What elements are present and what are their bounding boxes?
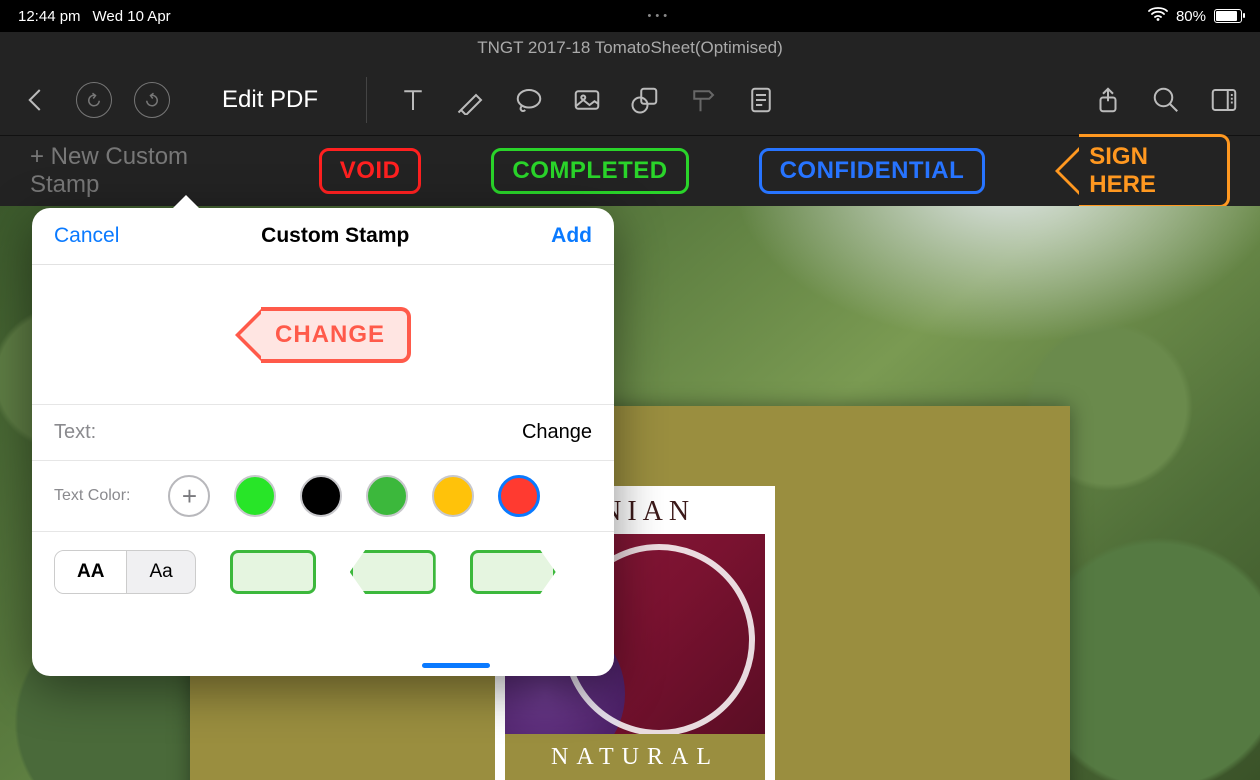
text-field-row[interactable]: Text: Change <box>32 405 614 461</box>
stamp-preview: CHANGE <box>32 265 614 405</box>
add-button[interactable]: Add <box>551 224 592 248</box>
undo-button[interactable] <box>76 82 112 118</box>
color-swatch-yellow[interactable] <box>432 475 474 517</box>
preview-text: CHANGE <box>261 307 411 363</box>
stamp-confidential[interactable]: CONFIDENTIAL <box>759 148 986 194</box>
image-tool-icon[interactable] <box>569 82 605 118</box>
main-toolbar: Edit PDF <box>0 64 1260 136</box>
arrow-left-icon <box>235 309 261 361</box>
custom-stamp-popover: Cancel Custom Stamp Add CHANGE Text: Cha… <box>32 208 614 676</box>
highlight-tool-icon[interactable] <box>453 82 489 118</box>
arrow-left-icon <box>1055 147 1079 195</box>
color-label: Text Color: <box>54 487 130 505</box>
shape-arrow-left-option[interactable] <box>350 550 436 594</box>
status-time: 12:44 pm <box>18 8 81 25</box>
lasso-tool-icon[interactable] <box>511 82 547 118</box>
back-button[interactable] <box>18 82 54 118</box>
share-button[interactable] <box>1090 82 1126 118</box>
battery-percent: 80% <box>1176 8 1206 25</box>
shape-rect-option[interactable] <box>230 550 316 594</box>
case-mixed-option[interactable]: Aa <box>126 551 194 593</box>
case-segmented-control: AA Aa <box>54 550 196 594</box>
redo-button[interactable] <box>134 82 170 118</box>
color-swatch-green[interactable] <box>234 475 276 517</box>
battery-icon <box>1214 9 1242 23</box>
case-upper-option[interactable]: AA <box>55 551 126 593</box>
color-swatch-red-selected[interactable] <box>498 475 540 517</box>
wifi-icon <box>1148 6 1168 26</box>
stamp-style-row: AA Aa <box>32 532 614 612</box>
separator <box>366 77 367 123</box>
popover-title: Custom Stamp <box>261 224 409 248</box>
shape-arrow-right-option[interactable] <box>470 550 556 594</box>
color-swatch-darkgreen[interactable] <box>366 475 408 517</box>
document-title: TNGT 2017-18 TomatoSheet(Optimised) <box>0 32 1260 64</box>
status-date: Wed 10 Apr <box>93 8 171 25</box>
multitask-dots[interactable]: ••• <box>171 10 1148 22</box>
text-color-row: Text Color: + <box>32 461 614 532</box>
add-color-button[interactable]: + <box>168 475 210 517</box>
stamp-completed[interactable]: COMPLETED <box>491 148 688 194</box>
search-button[interactable] <box>1148 82 1184 118</box>
stamp-sign-here[interactable]: SIGN HERE <box>1055 134 1230 208</box>
text-tool-icon[interactable] <box>395 82 431 118</box>
mode-label[interactable]: Edit PDF <box>222 86 318 114</box>
text-value: Change <box>522 421 592 444</box>
cancel-button[interactable]: Cancel <box>54 224 119 248</box>
status-bar: 12:44 pm Wed 10 Apr ••• 80% <box>0 0 1260 32</box>
selected-shape-indicator <box>422 663 490 668</box>
signpost-tool-icon[interactable] <box>685 82 721 118</box>
stamp-void[interactable]: VOID <box>319 148 422 194</box>
new-custom-stamp-button[interactable]: + New Custom Stamp <box>30 143 249 199</box>
text-label: Text: <box>54 421 96 444</box>
color-swatch-black[interactable] <box>300 475 342 517</box>
sidebar-toggle-button[interactable] <box>1206 82 1242 118</box>
shape-tool-icon[interactable] <box>627 82 663 118</box>
form-tool-icon[interactable] <box>743 82 779 118</box>
logo-bottom-text: NATURAL <box>505 734 765 780</box>
